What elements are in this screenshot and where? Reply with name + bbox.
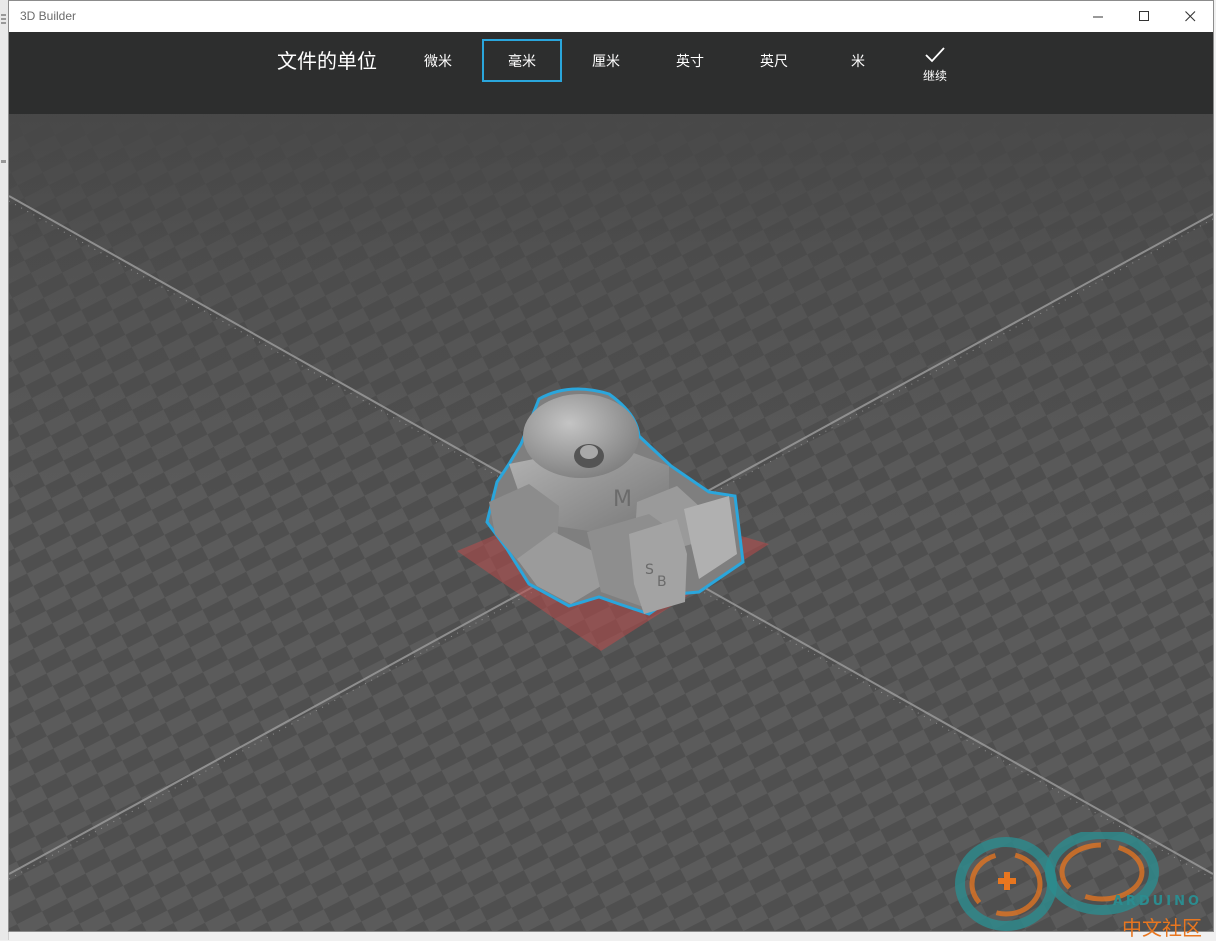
continue-button[interactable]: 继续	[903, 46, 967, 90]
checkmark-icon	[925, 47, 945, 63]
close-button[interactable]	[1167, 1, 1213, 32]
watermark-sub: ARDUINO	[1112, 894, 1202, 909]
title-bar[interactable]: 3D Builder	[9, 1, 1213, 32]
window-controls	[1075, 1, 1213, 32]
maximize-icon	[1138, 11, 1149, 21]
unit-option-label: 毫米	[508, 53, 536, 70]
unit-option-meter[interactable]: 米	[818, 39, 898, 82]
app-window: 3D Builder 文件的单位 微米 毫米 厘米 英寸 英尺 米 继续 M S…	[8, 0, 1214, 932]
minimize-icon	[1092, 16, 1103, 18]
arduino-community-watermark: ARDUINO 中文社区	[952, 832, 1208, 940]
unit-option-millimeter[interactable]: 毫米	[482, 39, 562, 82]
window-title: 3D Builder	[20, 9, 77, 23]
minimize-button[interactable]	[1075, 1, 1121, 32]
units-heading: 文件的单位	[277, 49, 377, 73]
unit-option-foot[interactable]: 英尺	[734, 39, 814, 82]
watermark-main: 中文社区	[1122, 916, 1202, 940]
continue-label: 继续	[922, 69, 947, 83]
model-letter: B	[657, 574, 667, 590]
unit-option-label: 英尺	[760, 53, 788, 70]
unit-option-inch[interactable]: 英寸	[650, 39, 730, 82]
viewport-canvas: M S B	[9, 114, 1213, 931]
maximize-button[interactable]	[1121, 1, 1167, 32]
unit-option-label: 英寸	[676, 53, 704, 70]
unit-option-label: 米	[851, 53, 865, 70]
model-letter: S	[645, 562, 654, 578]
units-toolbar: 文件的单位 微米 毫米 厘米 英寸 英尺 米 继续	[9, 32, 1213, 114]
model-letter: M	[613, 487, 632, 512]
unit-option-label: 微米	[424, 53, 452, 70]
close-icon	[1184, 11, 1195, 22]
unit-option-label: 厘米	[592, 53, 620, 70]
unit-option-centimeter[interactable]: 厘米	[566, 39, 646, 82]
unit-option-micrometer[interactable]: 微米	[398, 39, 478, 82]
3d-viewport[interactable]: M S B	[9, 114, 1213, 931]
